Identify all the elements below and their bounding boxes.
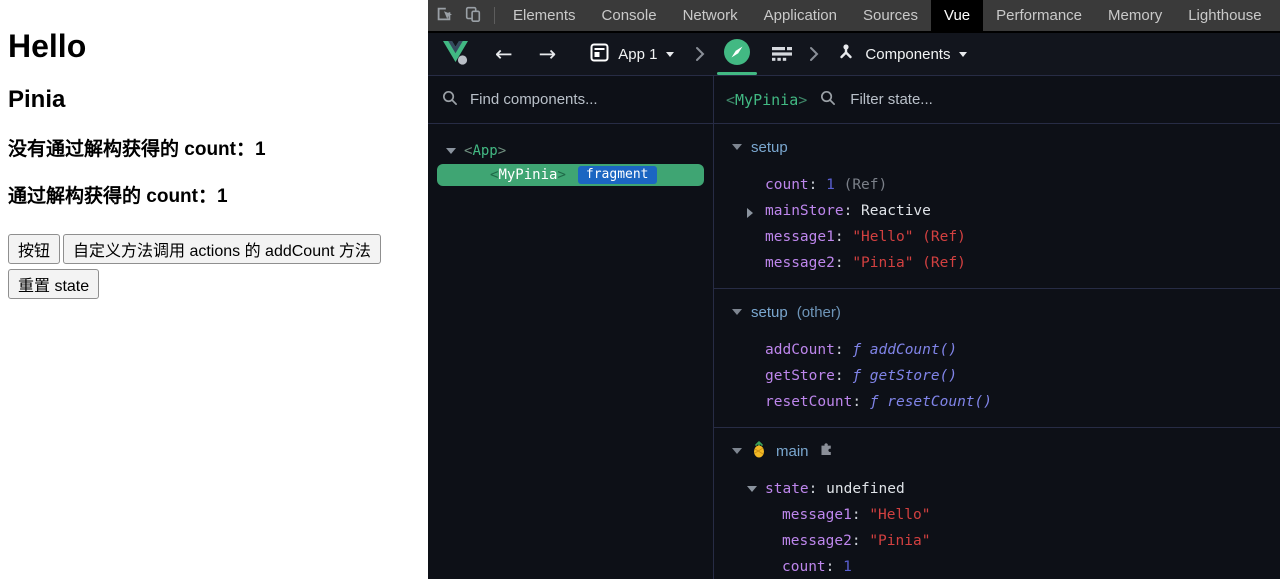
dropdown-caret-icon (959, 52, 967, 57)
collapse-arrow-icon[interactable] (732, 309, 742, 315)
state-header-row: <MyPinia> (714, 76, 1280, 124)
component-tag: <MyPinia> (490, 167, 566, 183)
tree-item-app[interactable]: <App> (437, 140, 704, 162)
page-button-2[interactable]: 自定义方法调用 actions 的 addCount 方法 (63, 234, 381, 264)
inspector-tab[interactable] (718, 33, 756, 75)
timeline-icon[interactable] (770, 43, 794, 65)
filter-state-input[interactable] (848, 90, 1268, 109)
vue-toolbar: ← → App 1 (428, 33, 1280, 76)
component-tree: <App> <MyPinia> fragment (428, 124, 713, 188)
tab-memory[interactable]: Memory (1095, 0, 1175, 31)
chevron-separator-icon (694, 46, 706, 62)
page-buttons: 按钮自定义方法调用 actions 的 addCount 方法重置 state (8, 234, 420, 304)
state-section-setup-other: setup (other) addCount: ƒ addCount()getSto… (714, 289, 1280, 428)
section-title: main (776, 443, 809, 460)
count-line-no-destructure: 没有通过解构获得的 count：1 (8, 134, 420, 161)
toggle-device-toolbar-icon[interactable] (464, 5, 482, 27)
state-row-message1: message1: "Hello" (714, 502, 1280, 528)
screen: Hello Pinia 没有通过解构获得的 count：1 通过解构获得的 co… (0, 0, 1280, 579)
fragment-badge: fragment (578, 166, 657, 184)
section-rows-setup: count: 1 (Ref)mainStore: Reactivemessage… (714, 172, 1280, 276)
state-row-getStore: getStore: ƒ getStore() (714, 363, 1280, 389)
pinia-pineapple-icon (751, 441, 767, 462)
state-row-addCount: addCount: ƒ addCount() (714, 337, 1280, 363)
tab-network[interactable]: Network (670, 0, 751, 31)
state-row-count: count: 1 (714, 554, 1280, 579)
section-title: setup (751, 304, 788, 321)
devtools-tabbar: ElementsConsoleNetworkApplicationSources… (428, 0, 1280, 33)
page-button-1[interactable]: 按钮 (8, 234, 60, 264)
section-rows-setup-other: addCount: ƒ addCount()getStore: ƒ getSto… (714, 337, 1280, 415)
browser-page: Hello Pinia 没有通过解构获得的 count：1 通过解构获得的 co… (0, 0, 428, 579)
component-state-panel: <MyPinia> setup count: 1 (Ref)mainStore: … (714, 76, 1280, 579)
section-header-main[interactable]: main (714, 440, 1280, 462)
page-heading-hello: Hello (8, 28, 420, 65)
expand-arrow-icon[interactable] (446, 148, 456, 154)
section-rows-main: state: undefinedmessage1: "Hello"message… (714, 476, 1280, 579)
search-icon (819, 89, 836, 111)
page-heading-pinia: Pinia (8, 86, 420, 114)
tab-sources[interactable]: Sources (850, 0, 931, 31)
selected-component-title: <MyPinia> (726, 91, 807, 109)
inspector-compass-icon (723, 38, 751, 70)
page-button-3[interactable]: 重置 state (8, 269, 99, 299)
inspector-panels: <App> <MyPinia> fragment <MyPinia> setup co… (428, 76, 1280, 579)
tree-item-mypinia[interactable]: <MyPinia> fragment (437, 164, 704, 186)
inspector-view-select[interactable]: Components (836, 42, 967, 66)
find-components-row (428, 76, 713, 124)
components-tree-icon (836, 42, 856, 66)
collapse-arrow-icon[interactable] (732, 144, 742, 150)
section-suffix: (other) (797, 304, 841, 321)
app-select-label: App 1 (618, 46, 657, 63)
devtools-tabbar-icons (428, 0, 489, 31)
inspector-view-label: Components (865, 46, 950, 63)
components-tree-panel: <App> <MyPinia> fragment (428, 76, 714, 579)
chevron-separator-icon (808, 46, 820, 62)
back-arrow-icon[interactable]: ← (495, 44, 513, 65)
tabbar-divider (494, 7, 495, 24)
section-header-setup-other[interactable]: setup (other) (714, 301, 1280, 323)
tab-vue[interactable]: Vue (931, 0, 983, 31)
state-sections: setupcount: 1 (Ref)mainStore: Reactiveme… (714, 124, 1280, 579)
state-row-resetCount: resetCount: ƒ resetCount() (714, 389, 1280, 415)
devtools-window: ElementsConsoleNetworkApplicationSources… (428, 0, 1280, 579)
find-components-input[interactable] (468, 90, 700, 109)
state-section-main: main state: undefinedmessage1: "Hello"mes… (714, 428, 1280, 579)
devtools-tabs: ElementsConsoleNetworkApplicationSources… (500, 0, 1275, 31)
forward-arrow-icon[interactable]: → (539, 44, 557, 65)
expand-arrow-icon[interactable] (747, 208, 753, 218)
section-title: setup (751, 139, 788, 156)
tab-elements[interactable]: Elements (500, 0, 589, 31)
state-row-mainStore[interactable]: mainStore: Reactive (714, 198, 1280, 224)
tab-lighthouse[interactable]: Lighthouse (1175, 0, 1274, 31)
count-line-destructure: 通过解构获得的 count：1 (8, 181, 420, 208)
search-icon (441, 89, 458, 111)
state-row-message1: message1: "Hello" (Ref) (714, 224, 1280, 250)
app-select[interactable]: App 1 (590, 43, 674, 66)
state-row-message2: message2: "Pinia" (714, 528, 1280, 554)
tab-application[interactable]: Application (751, 0, 850, 31)
inspect-element-icon[interactable] (435, 5, 453, 27)
plugin-puzzle-icon (818, 441, 835, 462)
expand-arrow-icon[interactable] (747, 486, 757, 492)
app-icon (590, 43, 609, 66)
vue-logo (442, 40, 469, 69)
tab-console[interactable]: Console (589, 0, 670, 31)
active-tab-underline (717, 72, 757, 75)
state-row-count: count: 1 (Ref) (714, 172, 1280, 198)
tab-performance[interactable]: Performance (983, 0, 1095, 31)
state-row-message2: message2: "Pinia" (Ref) (714, 250, 1280, 276)
section-header-setup[interactable]: setup (714, 136, 1280, 158)
component-tag: <App> (464, 143, 506, 159)
dropdown-caret-icon (666, 52, 674, 57)
state-section-setup: setupcount: 1 (Ref)mainStore: Reactiveme… (714, 124, 1280, 289)
state-row-state[interactable]: state: undefined (714, 476, 1280, 502)
collapse-arrow-icon[interactable] (732, 448, 742, 454)
